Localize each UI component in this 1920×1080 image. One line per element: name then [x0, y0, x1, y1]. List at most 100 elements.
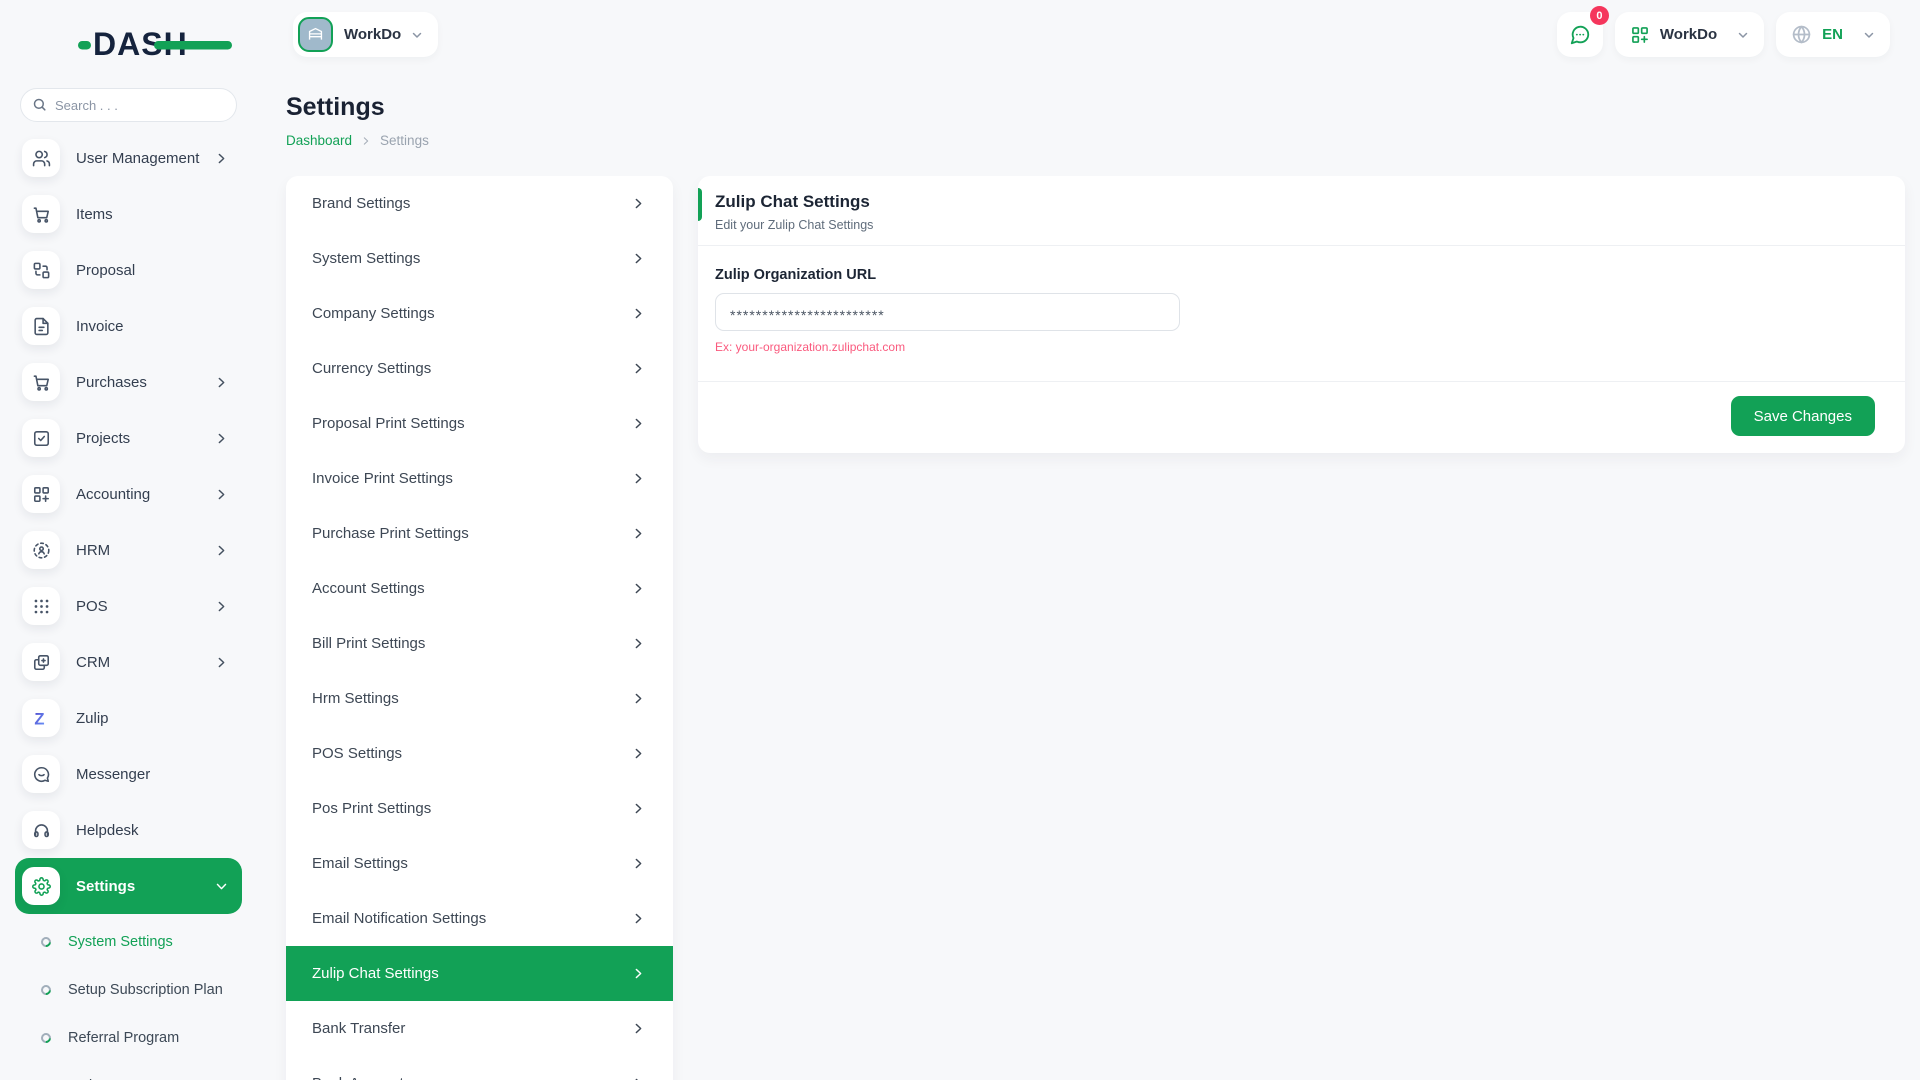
chevron-down-icon: [1738, 32, 1748, 38]
chat-dots-icon: [1570, 25, 1590, 44]
sidebar-subitem-order[interactable]: Order: [0, 1062, 256, 1080]
account-menu-button[interactable]: WorkDo: [1614, 12, 1765, 57]
sidebar-item-label: Accounting: [76, 485, 151, 503]
sidebar-item-label: Zulip: [76, 709, 109, 727]
chevron-right-icon: [215, 880, 228, 893]
bullet-icon: [38, 982, 54, 998]
sidebar-search: [20, 88, 237, 122]
settings-nav-item-bank-accounts[interactable]: Bank Accounts: [286, 1056, 673, 1080]
workspace-switcher-button[interactable]: WorkDo: [293, 12, 439, 57]
sidebar-item-label: Proposal: [76, 261, 136, 279]
zulip-url-hint: Ex: your-organization.zulipchat.com: [715, 340, 906, 354]
settings-nav-item-account-settings[interactable]: Account Settings: [286, 561, 673, 616]
settings-nav-item-invoice-print-settings[interactable]: Invoice Print Settings: [286, 451, 673, 506]
app-root: DASH User Management: [0, 0, 1920, 1080]
hrm-icon: [32, 541, 51, 560]
sidebar-item-settings[interactable]: Settings: [15, 858, 242, 914]
sidebar-item-items[interactable]: Items: [15, 186, 242, 242]
chevron-right-icon: [632, 472, 645, 485]
settings-nav-label: Purchase Print Settings: [312, 525, 469, 542]
chevron-right-icon: [215, 376, 228, 389]
sidebar-item-invoice[interactable]: Invoice: [15, 298, 242, 354]
settings-nav-item-company-settings[interactable]: Company Settings: [286, 286, 673, 341]
sidebar-item-messenger[interactable]: Messenger: [15, 746, 242, 802]
settings-nav-label: Company Settings: [312, 305, 435, 322]
sidebar-item-label: Items: [76, 205, 113, 223]
settings-nav-label: Currency Settings: [312, 360, 432, 377]
messages-badge: 0: [1589, 6, 1609, 25]
sidebar-item-crm[interactable]: CRM: [15, 634, 242, 690]
sidebar-subitem-system-settings[interactable]: System Settings: [0, 918, 256, 966]
sidebar-item-label: Invoice: [76, 317, 124, 335]
save-changes-button[interactable]: Save Changes: [1730, 396, 1875, 436]
breadcrumb: Dashboard Settings: [286, 133, 1920, 148]
chevron-right-icon: [632, 747, 645, 760]
account-name: WorkDo: [1659, 26, 1718, 43]
sidebar-item-zulip[interactable]: Zulip: [15, 690, 242, 746]
chevron-right-icon: [632, 802, 645, 815]
chevron-right-icon: [632, 1022, 645, 1035]
sidebar-item-proposal[interactable]: Proposal: [15, 242, 242, 298]
sidebar-item-projects[interactable]: Projects: [15, 410, 242, 466]
settings-nav-item-pos-print-settings[interactable]: Pos Print Settings: [286, 781, 673, 836]
settings-nav-label: Bill Print Settings: [312, 635, 426, 652]
chevron-right-icon: [215, 544, 228, 557]
gear-icon: [32, 877, 51, 896]
sidebar-subitem-referral-program[interactable]: Referral Program: [0, 1014, 256, 1062]
invoice-icon: [32, 317, 51, 336]
zulip-url-input[interactable]: [715, 293, 1180, 331]
workspace-avatar: [298, 17, 333, 52]
settings-nav-item-hrm-settings[interactable]: Hrm Settings: [286, 671, 673, 726]
topbar-actions: 0 WorkDo EN: [1556, 6, 1890, 57]
grid-plus-icon: [1630, 25, 1650, 45]
chevron-right-icon: [215, 432, 228, 445]
panel-subtitle: Edit your Zulip Chat Settings: [715, 218, 874, 232]
sidebar-item-label: Helpdesk: [76, 821, 139, 839]
language-selector-button[interactable]: EN: [1776, 12, 1890, 57]
sidebar-item-hrm[interactable]: HRM: [15, 522, 242, 578]
breadcrumb-dashboard-link[interactable]: Dashboard: [286, 133, 352, 148]
content: Brand Settings System Settings Company S…: [256, 176, 1920, 1080]
settings-nav-item-bill-print-settings[interactable]: Bill Print Settings: [286, 616, 673, 671]
chevron-right-icon: [361, 136, 371, 146]
chevron-right-icon: [632, 417, 645, 430]
settings-nav-item-currency-settings[interactable]: Currency Settings: [286, 341, 673, 396]
sidebar-subitem-setup-subscription-plan[interactable]: Setup Subscription Plan: [0, 966, 256, 1014]
settings-nav-item-pos-settings[interactable]: POS Settings: [286, 726, 673, 781]
sidebar-item-user-management[interactable]: User Management: [15, 130, 242, 186]
settings-nav-item-proposal-print-settings[interactable]: Proposal Print Settings: [286, 396, 673, 451]
page-title: Settings: [286, 93, 385, 121]
sidebar-item-label: Projects: [76, 429, 131, 447]
language-code: EN: [1822, 26, 1843, 43]
messenger-icon: [32, 765, 51, 784]
purchases-cart-icon: [32, 373, 51, 392]
sidebar-item-label: Purchases: [76, 373, 147, 391]
sidebar-item-label: Settings: [76, 877, 136, 895]
settings-nav-item-email-notification-settings[interactable]: Email Notification Settings: [286, 891, 673, 946]
users-icon: [32, 149, 51, 168]
sidebar-menu: User Management Items Proposal Invoice P…: [0, 130, 256, 1080]
settings-nav-item-purchase-print-settings[interactable]: Purchase Print Settings: [286, 506, 673, 561]
settings-nav-item-system-settings[interactable]: System Settings: [286, 231, 673, 286]
settings-nav-item-bank-transfer[interactable]: Bank Transfer: [286, 1001, 673, 1056]
settings-nav-item-brand-settings[interactable]: Brand Settings: [286, 176, 673, 231]
chevron-right-icon: [632, 197, 645, 210]
settings-nav-item-email-settings[interactable]: Email Settings: [286, 836, 673, 891]
sidebar-subitem-label: Referral Program: [68, 1030, 180, 1046]
panel-title: Zulip Chat Settings: [715, 192, 870, 211]
chevron-down-icon: [1864, 32, 1874, 38]
settings-nav-item-zulip-chat-settings[interactable]: Zulip Chat Settings: [286, 946, 673, 1001]
bullet-icon: [38, 1030, 54, 1046]
page-header: Settings Dashboard Settings: [256, 57, 1920, 148]
helpdesk-icon: [32, 821, 51, 840]
sidebar-item-pos[interactable]: POS: [15, 578, 242, 634]
sidebar-item-accounting[interactable]: Accounting: [15, 466, 242, 522]
projects-icon: [32, 429, 51, 448]
settings-nav-label: Account Settings: [312, 580, 425, 597]
messages-button[interactable]: 0: [1556, 6, 1609, 57]
settings-nav-label: Bank Transfer: [312, 1020, 406, 1037]
sidebar-item-helpdesk[interactable]: Helpdesk: [15, 802, 242, 858]
settings-nav-label: Brand Settings: [312, 195, 411, 212]
sidebar-item-purchases[interactable]: Purchases: [15, 354, 242, 410]
search-input[interactable]: [20, 88, 237, 122]
